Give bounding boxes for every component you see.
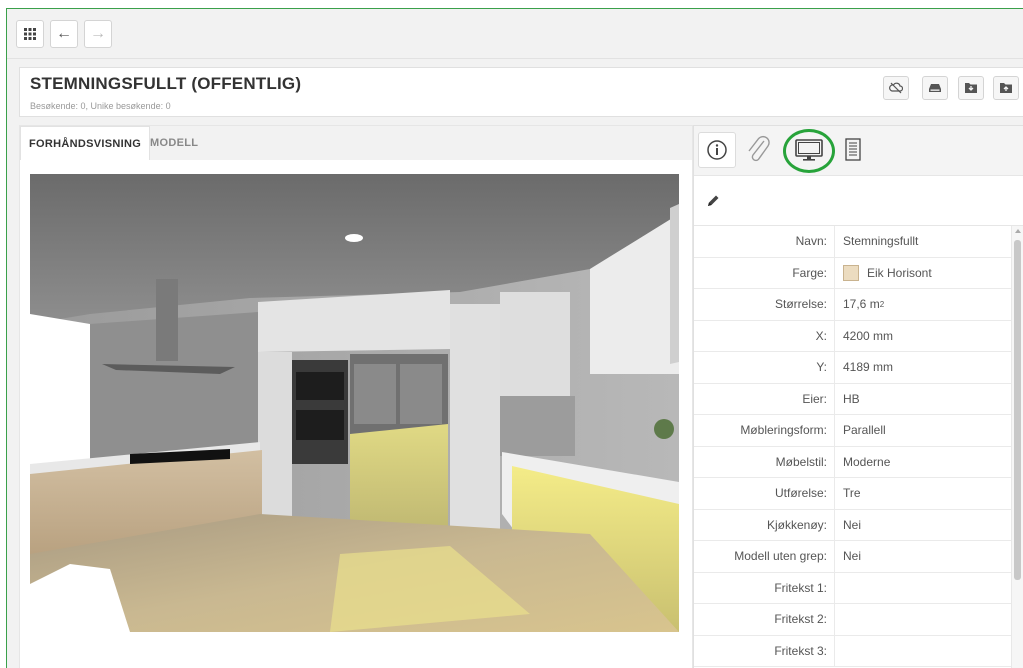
property-label: Møbelstil: [694, 446, 835, 477]
property-label: Kjøkkenøy: [694, 509, 835, 540]
back-button[interactable]: ← [50, 20, 78, 48]
property-value [835, 573, 843, 604]
hard-drive-button[interactable] [922, 76, 948, 100]
upload-folder-icon [1000, 83, 1012, 93]
property-label: Navn: [694, 226, 835, 257]
property-value: 17,6 m [843, 297, 880, 312]
apps-grid-button[interactable] [16, 20, 44, 48]
property-value [835, 636, 843, 667]
property-row: Farge: Eik Horisont [694, 257, 1012, 289]
tab-preview[interactable]: FORHÅNDSVISNING [20, 126, 151, 160]
color-value: Eik Horisont [835, 258, 932, 289]
pencil-icon [708, 195, 719, 206]
property-value: Eik Horisont [867, 265, 932, 280]
property-row: Modell uten grep: Nei [694, 541, 1012, 573]
properties-scrollbar[interactable] [1011, 226, 1023, 668]
color-swatch [843, 264, 859, 281]
property-row: Størrelse: 17,6 m2 [694, 289, 1012, 321]
property-label: Utførelse: [694, 478, 835, 509]
properties-panel: Navn: Stemningsfullt Farge: Eik Horisont… [693, 125, 1023, 668]
scroll-up-icon[interactable] [1015, 229, 1021, 233]
property-value: HB [843, 391, 860, 406]
cloud-off-button[interactable] [883, 76, 909, 100]
download-folder-icon [965, 83, 977, 93]
document-icon [845, 138, 861, 161]
edit-row [694, 176, 1023, 226]
property-row: Kjøkkenøy: Nei [694, 509, 1012, 541]
cloud-off-icon [889, 82, 903, 94]
property-row: Fritekst 2: [694, 604, 1012, 636]
info-icon [707, 140, 727, 160]
property-row: Fritekst 3: [694, 635, 1012, 667]
property-value: Tre [843, 486, 861, 501]
tab-attachments[interactable] [740, 132, 778, 168]
page-header: STEMNINGSFULLT (OFFENTLIG) Besøkende: 0,… [19, 67, 1023, 117]
grid-icon [24, 28, 36, 40]
tab-model[interactable]: MODELL [142, 126, 206, 160]
superscript: 2 [879, 299, 885, 309]
edit-button[interactable] [706, 194, 720, 213]
size-value: 17,6 m2 [835, 289, 884, 320]
property-label: Y: [694, 352, 835, 383]
preview-tabs: FORHÅNDSVISNING MODELL [20, 126, 692, 160]
scrollbar-thumb[interactable] [1014, 240, 1021, 580]
kitchen-render-image [30, 174, 679, 632]
property-label: Fritekst 3: [694, 635, 835, 666]
property-label: X: [694, 320, 835, 351]
property-value: 4189 mm [843, 360, 894, 375]
property-label: Fritekst 1: [694, 572, 835, 603]
property-label: Møbleringsform: [694, 415, 835, 446]
property-row: Eier: HB [694, 383, 1012, 415]
upload-to-folder-button[interactable] [993, 76, 1019, 100]
property-value: Nei [843, 549, 862, 564]
property-row: Y: 4189 mm [694, 352, 1012, 384]
panel-tabs [694, 126, 1023, 176]
property-value: Parallell [843, 423, 886, 438]
property-row: X: 4200 mm [694, 320, 1012, 352]
property-value: Moderne [843, 454, 891, 469]
property-row: Utførelse: Tre [694, 478, 1012, 510]
property-label: Eier: [694, 383, 835, 414]
back-arrow-icon: ← [56, 25, 72, 42]
paperclip-icon [748, 135, 770, 162]
property-label: Fritekst 2: [694, 604, 835, 635]
download-to-folder-button[interactable] [958, 76, 984, 100]
page-title: STEMNINGSFULLT (OFFENTLIG) [30, 74, 302, 93]
property-row: Fritekst 1: [694, 572, 1012, 604]
property-value: 4200 mm [843, 328, 894, 343]
tab-info[interactable] [698, 132, 736, 168]
property-value: Stemningsfullt [843, 234, 919, 249]
property-label: Størrelse: [694, 289, 835, 320]
property-label: Farge: [694, 257, 835, 288]
visitor-count: Besøkende: 0, Unike besøkende: 0 [30, 101, 171, 111]
app-frame: ← → STEMNINGSFULLT (OFFENTLIG) Besøkende… [6, 8, 1023, 668]
forward-button[interactable]: → [84, 20, 112, 48]
top-toolbar: ← → [7, 9, 1023, 59]
hard-drive-icon [929, 84, 941, 92]
property-row: Møbelstil: Moderne [694, 446, 1012, 478]
property-value: Nei [843, 517, 862, 532]
property-label: Modell uten grep: [694, 541, 835, 572]
tab-notes[interactable] [834, 132, 872, 168]
property-row: Møbleringsform: Parallell [694, 415, 1012, 447]
forward-arrow-icon: → [90, 25, 106, 42]
properties-table: Navn: Stemningsfullt Farge: Eik Horisont… [694, 226, 1012, 667]
display-tab-highlight-ring [783, 129, 835, 173]
property-row: Navn: Stemningsfullt [694, 226, 1012, 258]
preview-pane: FORHÅNDSVISNING MODELL [19, 125, 693, 668]
property-value [835, 604, 843, 635]
